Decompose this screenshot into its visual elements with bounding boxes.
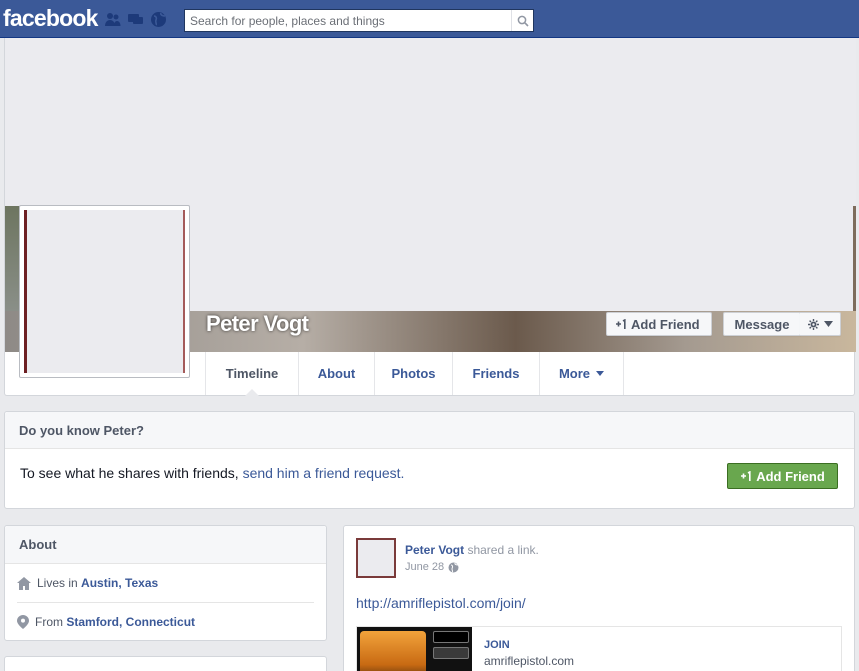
link-preview[interactable]: JOIN amriflepistol.com <box>356 626 842 671</box>
post-author-avatar[interactable] <box>356 538 396 578</box>
friends-icon[interactable] <box>104 11 121 28</box>
tab-about[interactable]: About <box>299 352 375 395</box>
friend-prompt-title: Do you know Peter? <box>5 412 854 449</box>
tab-photos-label: Photos <box>391 366 436 381</box>
tab-friends-label: Friends <box>472 366 520 381</box>
from-link[interactable]: Stamford, Connecticut <box>66 615 195 629</box>
settings-dropdown-button[interactable] <box>800 312 841 336</box>
search-input[interactable] <box>185 10 511 31</box>
public-globe-icon[interactable] <box>448 562 459 573</box>
app-screenshot <box>360 631 426 671</box>
send-friend-request-link[interactable]: send him a friend request. <box>243 465 405 481</box>
profile-tabs: Timeline About Photos Friends More <box>205 352 624 396</box>
search-button[interactable] <box>511 10 533 31</box>
profile-picture-frame[interactable] <box>19 205 190 378</box>
post-header: Peter Vogt shared a link. <box>405 543 539 557</box>
post-url-link[interactable]: http://amriflepistol.com/join/ <box>356 595 526 611</box>
app-store-badge <box>433 631 469 643</box>
about-card: About Lives in Austin, Texas From Stamfo… <box>4 525 327 641</box>
tab-friends[interactable]: Friends <box>453 352 540 395</box>
link-preview-domain: amriflepistol.com <box>484 654 575 668</box>
add-friend-label: Add Friend <box>631 316 700 332</box>
tab-photos[interactable]: Photos <box>375 352 453 395</box>
profile-picture <box>24 210 185 373</box>
tab-timeline[interactable]: Timeline <box>206 352 299 396</box>
tab-more[interactable]: More <box>540 352 624 395</box>
friend-request-prompt-card: Do you know Peter? To see what he shares… <box>4 411 855 509</box>
about-title[interactable]: About <box>5 526 326 564</box>
chevron-down-icon <box>596 371 605 376</box>
tab-more-label: More <box>558 366 591 381</box>
friend-prompt-body: To see what he shares with friends, <box>20 465 243 481</box>
search-icon <box>517 15 529 27</box>
top-navigation-bar: facebook <box>0 0 859 38</box>
gear-icon <box>807 318 819 330</box>
next-sidebar-card <box>4 656 327 671</box>
timeline-post: Peter Vogt shared a link. June 28 http:/… <box>343 525 855 671</box>
messages-icon[interactable] <box>127 11 144 28</box>
tab-timeline-label: Timeline <box>225 366 279 381</box>
post-date[interactable]: June 28 <box>405 561 444 573</box>
add-friend-button[interactable]: Add Friend <box>606 312 712 336</box>
message-button[interactable]: Message <box>723 312 801 336</box>
friend-prompt-text: To see what he shares with friends, send… <box>20 465 404 481</box>
facebook-logo[interactable]: facebook <box>3 5 98 32</box>
lives-in-prefix: Lives in <box>37 576 82 590</box>
chevron-down-icon <box>823 321 833 327</box>
message-label: Message <box>734 316 790 332</box>
profile-header-card: Peter Vogt Add Friend Message Timeline A… <box>4 38 856 396</box>
android-badge <box>433 647 469 659</box>
from-row: From Stamford, Connecticut <box>17 602 314 640</box>
cover-photo-edge-right <box>853 206 856 311</box>
tab-about-label: About <box>317 366 356 381</box>
add-friend-green-label: Add Friend <box>756 468 825 484</box>
add-friend-icon <box>616 319 626 329</box>
link-preview-thumbnail <box>357 627 472 671</box>
post-action: shared a link. <box>464 543 539 557</box>
post-author-name[interactable]: Peter Vogt <box>405 543 464 557</box>
notifications-globe-icon[interactable] <box>150 11 167 28</box>
post-meta: June 28 <box>405 561 459 573</box>
lives-in-link[interactable]: Austin, Texas <box>81 576 158 590</box>
add-friend-icon <box>741 471 751 481</box>
link-preview-title[interactable]: JOIN <box>484 639 510 651</box>
add-friend-green-button[interactable]: Add Friend <box>727 463 838 489</box>
location-pin-icon <box>17 614 29 629</box>
from-prefix: From <box>35 614 67 629</box>
lives-in-row: Lives in Austin, Texas <box>17 564 314 602</box>
search-box <box>184 9 534 32</box>
profile-name[interactable]: Peter Vogt <box>206 311 309 337</box>
home-icon <box>17 576 31 590</box>
jewel-icons <box>104 11 167 28</box>
